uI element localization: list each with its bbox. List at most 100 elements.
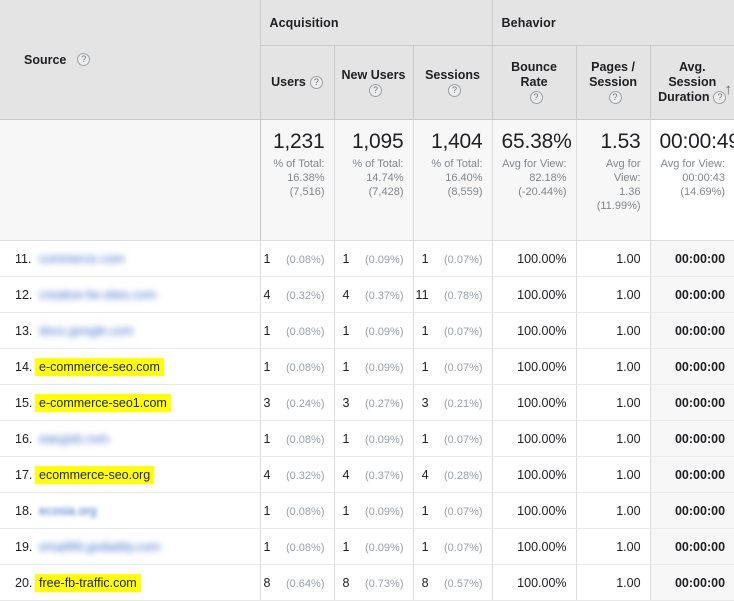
sessions-cell: 1 (0.07%)	[413, 240, 493, 277]
summary-source-cell	[0, 119, 261, 241]
table-header: Source ? Acquisition Behavior Users? New…	[0, 0, 734, 120]
table-row: 13. docs.google.com 1 (0.08%) 1 (0.09%) 1 (0.07…	[0, 312, 734, 349]
users-percent: (0.08%)	[285, 253, 325, 266]
source-link[interactable]: email99.godaddy.com	[35, 538, 164, 556]
column-header-avg-session-duration[interactable]: Avg. Session Duration? ↑	[650, 45, 734, 120]
help-icon[interactable]: ?	[448, 83, 462, 97]
users-percent: (0.08%)	[285, 433, 325, 446]
column-header-users[interactable]: Users?	[260, 45, 335, 120]
users-percent: (0.32%)	[285, 289, 325, 302]
source-link[interactable]: docs.google.com	[35, 322, 138, 340]
sessions-value: 3	[421, 395, 429, 410]
new-users-value: 1	[342, 431, 350, 446]
sessions-percent: (0.57%)	[444, 577, 483, 590]
help-icon[interactable]: ?	[608, 91, 622, 105]
column-group-row: Source ? Acquisition Behavior	[0, 0, 734, 120]
new-users-cell: 4 (0.37%)	[334, 456, 414, 493]
summary-avg-session-duration-line2: 00:00:43	[682, 172, 726, 184]
sessions-percent: (0.07%)	[444, 541, 483, 554]
table-row: 16. easyjob.com 1 (0.08%) 1 (0.09%) 1 (0.07%) 10…	[0, 420, 734, 457]
column-header-pages-session[interactable]: Pages / Session ?	[576, 45, 651, 120]
avg-session-duration-cell: 00:00:00	[650, 420, 734, 457]
users-value: 1	[263, 323, 271, 338]
sessions-value: 8	[421, 575, 429, 590]
new-users-value: 1	[342, 503, 350, 518]
sessions-value: 1	[421, 503, 429, 518]
sort-ascending-icon[interactable]: ↑	[725, 82, 733, 97]
users-cell: 1 (0.08%)	[260, 492, 335, 529]
new-users-percent: (0.37%)	[364, 469, 404, 482]
source-link[interactable]: commerce.com	[35, 250, 128, 268]
summary-avg-session-duration-line1: Avg for View:	[660, 158, 726, 170]
new-users-cell: 1 (0.09%)	[334, 420, 414, 457]
source-link[interactable]: e-commerce-seo.com	[35, 357, 164, 376]
new-users-value: 8	[342, 575, 350, 590]
source-header-label: Source	[24, 52, 67, 67]
column-header-new-users[interactable]: New Users ?	[334, 45, 414, 120]
avg-session-duration-cell: 00:00:00	[650, 348, 734, 385]
column-header-sessions[interactable]: Sessions ?	[413, 45, 493, 120]
sessions-value: 1	[421, 539, 429, 554]
bounce-rate-cell: 100.00%	[492, 348, 577, 385]
sessions-cell: 11 (0.78%)	[413, 276, 493, 313]
pages-session-cell: 1.00	[576, 492, 651, 529]
avg-session-duration-cell: 00:00:00	[650, 456, 734, 493]
source-cell: 11. commerce.com	[0, 240, 261, 277]
new-users-value: 3	[342, 395, 350, 410]
help-icon[interactable]: ?	[529, 91, 543, 105]
sessions-percent: (0.28%)	[444, 469, 483, 482]
row-index: 19.	[15, 539, 33, 554]
source-link[interactable]: creative-fw-sites.com	[35, 286, 160, 304]
help-icon[interactable]: ?	[309, 76, 323, 90]
new-users-cell: 3 (0.27%)	[334, 384, 414, 421]
source-link[interactable]: ecommerce-seo.org	[35, 465, 155, 484]
sessions-value: 4	[421, 467, 429, 482]
users-value: 8	[263, 575, 271, 590]
bounce-rate-cell: 100.00%	[492, 312, 577, 349]
new-users-percent: (0.37%)	[364, 289, 404, 302]
new-users-percent: (0.09%)	[364, 253, 404, 266]
source-cell: 13. docs.google.com	[0, 312, 261, 349]
source-link[interactable]: ecosia.org	[35, 502, 101, 520]
summary-users-line1: % of Total:	[273, 158, 325, 170]
summary-bounce-rate-value: 65.38%	[501, 130, 572, 153]
summary-pages-session-value: 1.53	[600, 130, 641, 153]
summary-pages-session-line3: 1.36	[619, 186, 641, 198]
users-value: 3	[263, 395, 271, 410]
row-index: 11.	[15, 251, 32, 266]
sessions-cell: 1 (0.07%)	[413, 528, 493, 565]
row-index: 14.	[15, 359, 33, 374]
source-link[interactable]: free-fb-traffic.com	[35, 573, 141, 592]
table-row: 19. email99.godaddy.com 1 (0.08%) 1 (0.09%) 1(…	[0, 528, 734, 565]
help-icon[interactable]: ?	[77, 53, 91, 66]
source-link[interactable]: e-commerce-seo1.com	[35, 393, 171, 412]
avg-session-duration-cell: 00:00:00	[650, 528, 734, 565]
table-row: 11. commerce.com 1 (0.08%) 1 (0.09%) 1 (0.07%) 1…	[0, 240, 734, 277]
sessions-percent: (0.07%)	[444, 361, 483, 374]
sessions-cell: 3 (0.21%)	[413, 384, 493, 421]
table-body: 11. commerce.com 1 (0.08%) 1 (0.09%) 1 (0.07%) 1…	[0, 240, 734, 601]
sessions-cell: 4 (0.28%)	[413, 456, 493, 493]
column-header-users-label: Users	[271, 75, 306, 89]
source-header-cell[interactable]: Source ?	[0, 0, 261, 120]
sessions-percent: (0.07%)	[444, 325, 483, 338]
summary-new-users-value: 1,095	[351, 130, 404, 153]
users-percent: (0.08%)	[285, 541, 325, 554]
column-header-bounce-rate[interactable]: Bounce Rate ?	[492, 45, 577, 120]
summary-pages-session-line4: (11.99%)	[596, 200, 641, 212]
column-header-sessions-label: Sessions	[425, 67, 480, 82]
bounce-rate-cell: 100.00%	[492, 240, 577, 277]
summary-bounce-rate-cell: 65.38% Avg for View: 82.18% (-20.44%)	[492, 119, 577, 241]
summary-avg-session-duration-value: 00:00:49	[659, 130, 734, 153]
users-value: 4	[263, 287, 271, 302]
pages-session-cell: 1.00	[576, 564, 651, 601]
summary-users-line2: 16.38%	[287, 172, 325, 184]
table-row: 17. ecommerce-seo.org 4 (0.32%) 4 (0.37%) 4 (0.…	[0, 456, 734, 493]
acquisition-group-header: Acquisition	[260, 0, 493, 46]
sessions-percent: (0.07%)	[444, 505, 483, 518]
source-cell: 12. creative-fw-sites.com	[0, 276, 261, 313]
source-link[interactable]: easyjob.com	[35, 430, 113, 448]
source-cell: 14. e-commerce-seo.com	[0, 348, 261, 385]
help-icon[interactable]: ?	[369, 83, 382, 97]
column-header-new-users-label: New Users	[341, 67, 406, 82]
